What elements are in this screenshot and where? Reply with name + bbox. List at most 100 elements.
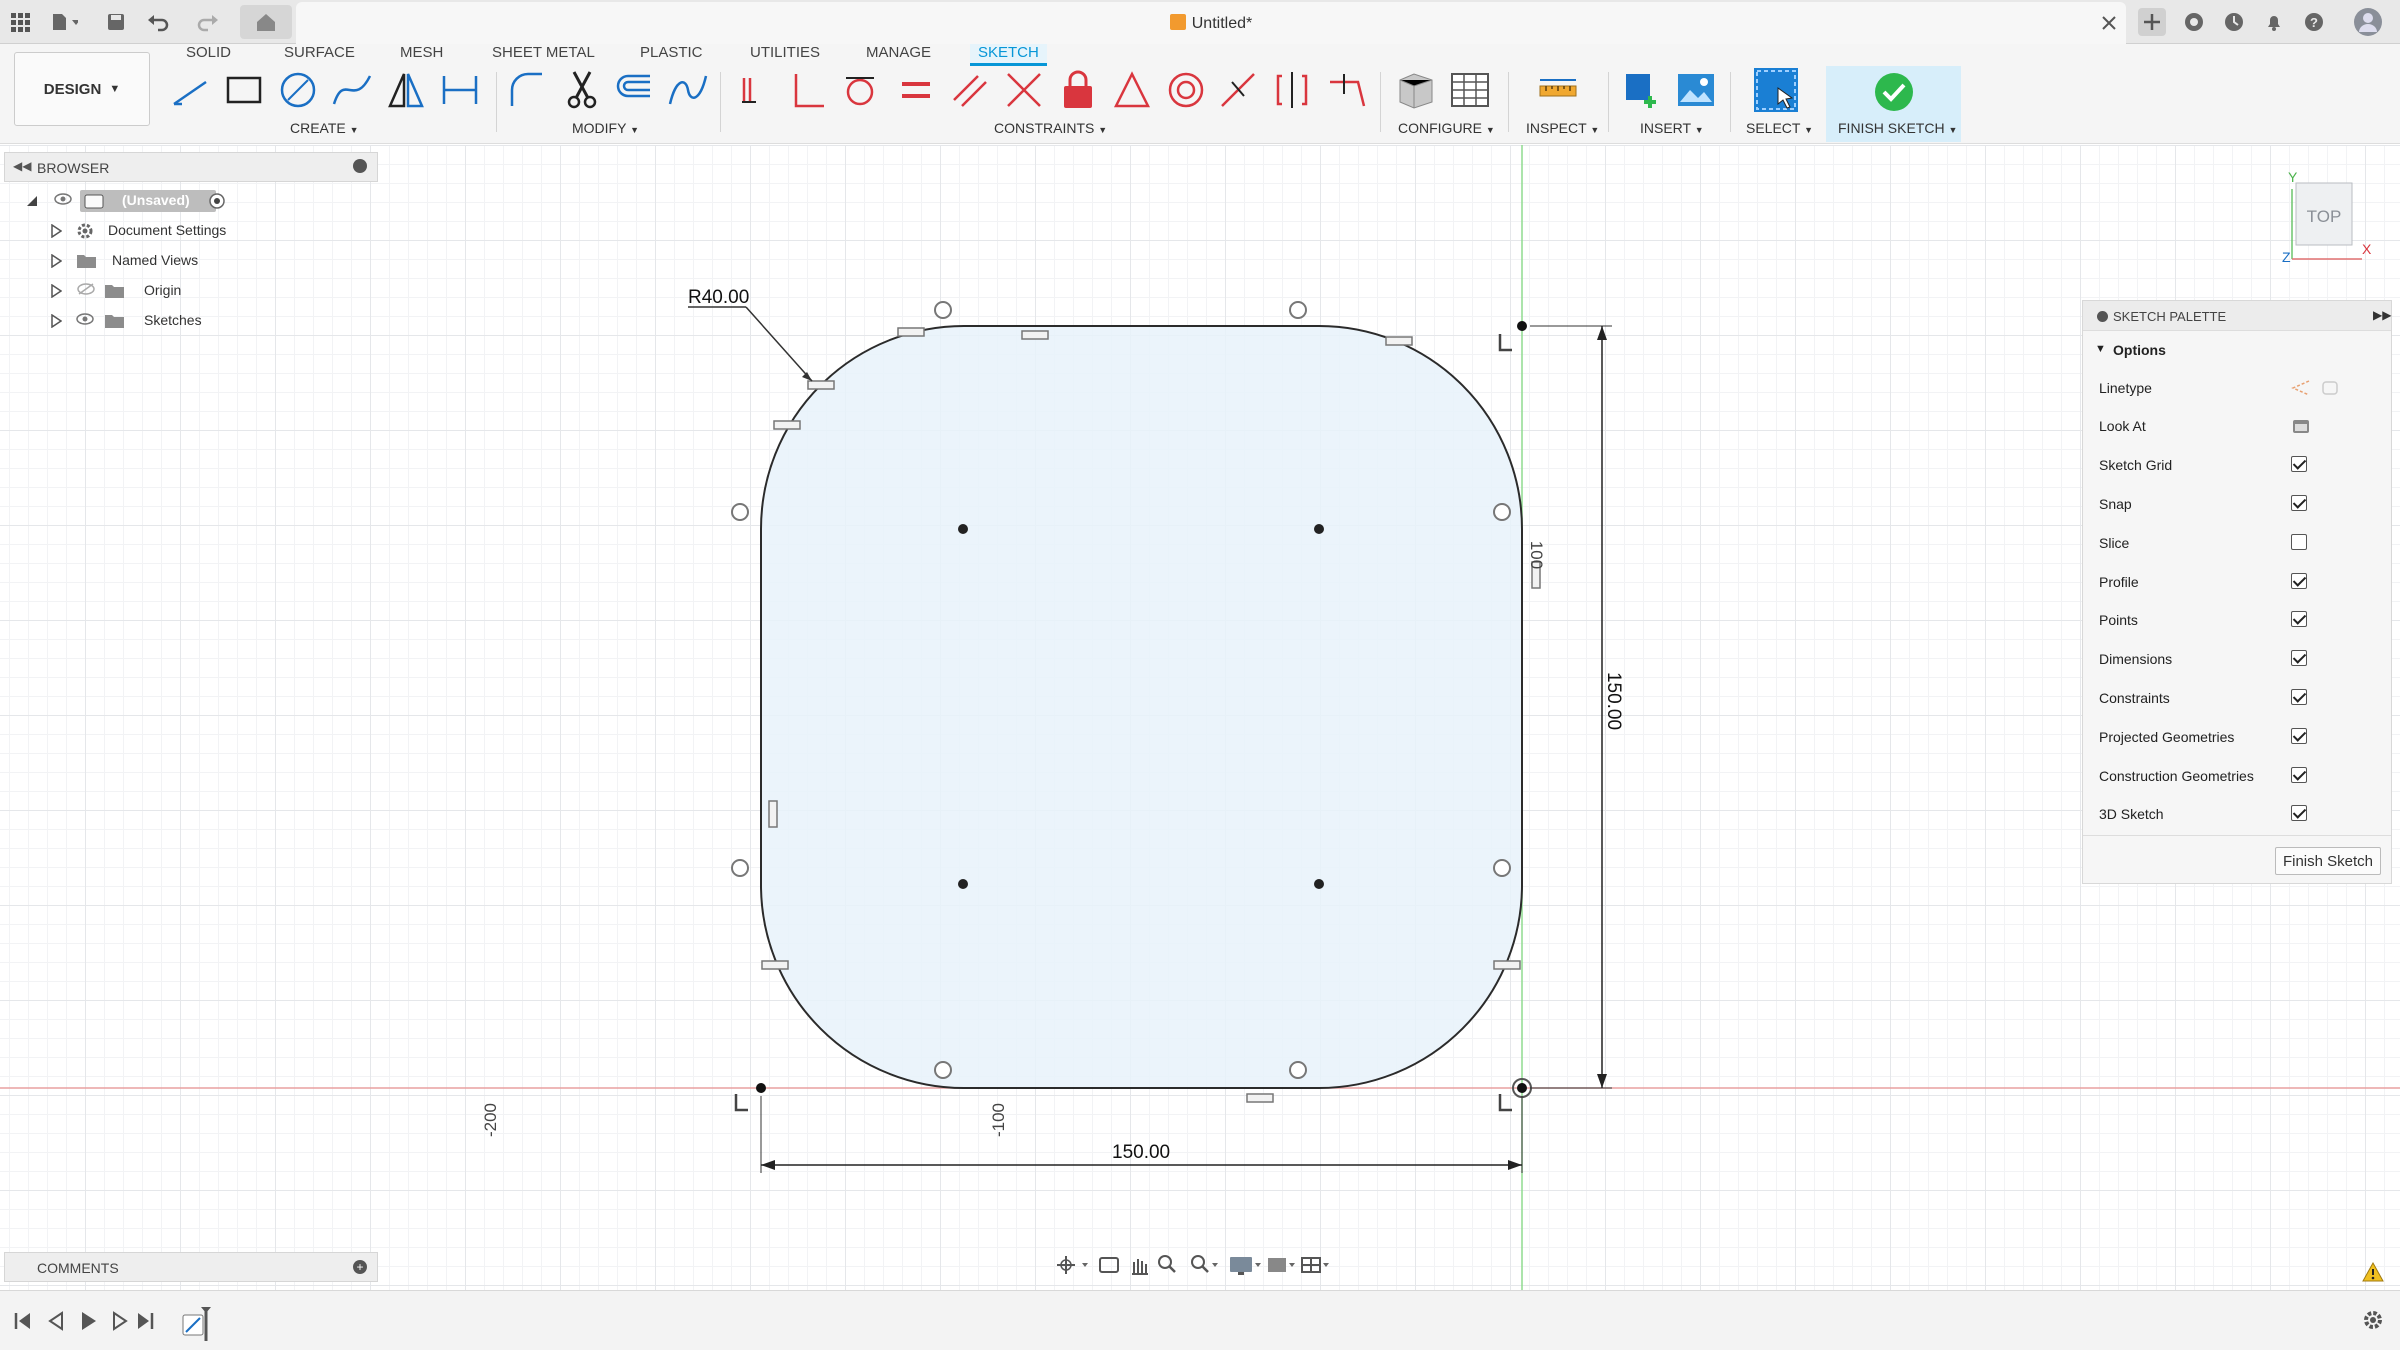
smooth-constraint-icon[interactable] [1324,68,1368,112]
browser-options-icon[interactable] [353,159,367,173]
arc-center-point[interactable] [958,524,968,534]
workspace-switcher-button[interactable]: DESIGN ▼ [14,52,150,126]
timeline-settings-gear-icon[interactable] [2362,1309,2384,1331]
pan-icon[interactable] [1132,1259,1148,1275]
points-checkbox[interactable] [2291,611,2307,627]
arc-center-point[interactable] [1314,524,1324,534]
centerline-linetype-icon[interactable] [2321,379,2341,400]
offset-tool-icon[interactable] [612,68,656,112]
finish-sketch-check-icon[interactable] [1872,70,1916,114]
rectangle-tool-icon[interactable] [222,68,266,112]
view-cube[interactable]: TOP Y X Z [2272,169,2372,269]
redo-icon[interactable] [194,8,222,36]
tab-sketch[interactable]: SKETCH [970,44,1047,66]
sketch-grid-checkbox[interactable] [2291,456,2307,472]
sketch-point[interactable] [1517,321,1527,331]
sketch-point[interactable] [756,1083,766,1093]
visual-style-icon[interactable] [1268,1258,1295,1272]
browser-item-named-views[interactable]: Named Views [24,248,344,274]
look-at-nav-icon[interactable] [1099,1257,1119,1273]
browser-item-sketches[interactable]: Sketches [24,308,344,334]
fillet-tool-icon[interactable] [504,68,548,112]
document-tab[interactable]: Untitled* [296,2,2126,44]
help-icon[interactable]: ? [2300,8,2328,36]
browser-panel-header[interactable]: ◀◀ BROWSER [4,152,378,182]
height-dimension-label[interactable]: 150.00 [1602,672,1624,730]
line-tool-icon[interactable] [168,68,212,112]
comments-panel-header[interactable]: COMMENTS + [4,1252,378,1282]
browser-item-origin[interactable]: Origin [24,278,344,304]
notifications-icon[interactable] [2260,8,2288,36]
inspect-menu[interactable]: INSPECT [1526,120,1586,136]
caret-right-icon[interactable] [50,313,64,329]
tab-mesh[interactable]: MESH [392,44,451,66]
construction-linetype-icon[interactable] [2291,379,2311,400]
trim-tool-icon[interactable] [560,68,604,112]
extensions-icon[interactable] [2180,8,2208,36]
profile-checkbox[interactable] [2291,573,2307,589]
sketch-profile[interactable] [760,325,1523,1089]
tab-surface[interactable]: SURFACE [276,44,363,66]
arc-center-point[interactable] [1314,879,1324,889]
zoom-icon[interactable] [1158,1255,1176,1273]
orbit-icon[interactable] [1057,1256,1088,1274]
app-grid-icon[interactable] [6,8,34,36]
browser-root-item[interactable]: (Unsaved) [24,188,344,214]
timeline-first-icon[interactable] [14,1313,30,1329]
file-menu-icon[interactable] [50,8,78,36]
midpoint-constraint-icon[interactable] [1216,68,1260,112]
radius-dimension-label[interactable]: R40.00 [688,287,749,309]
finish-sketch-menu[interactable]: FINISH SKETCH [1838,120,1945,136]
sketch-curve-tool-icon[interactable] [666,68,710,112]
view-cube-face-label[interactable]: TOP [2296,207,2352,227]
configuration-table-icon[interactable] [1448,68,1492,112]
insert-menu[interactable]: INSERT [1640,120,1691,136]
eye-hidden-icon[interactable] [76,282,95,296]
tab-sheet-metal[interactable]: SHEET METAL [484,44,603,66]
dimensions-checkbox[interactable] [2291,650,2307,666]
arc-center-point[interactable] [958,879,968,889]
caret-right-icon[interactable] [50,283,64,299]
display-settings-icon[interactable] [1230,1257,1261,1275]
timeline-play-icon[interactable] [82,1312,96,1330]
home-tab-icon[interactable] [240,5,292,39]
options-section-header[interactable]: ▼ Options [2083,331,2391,369]
timeline-sketch-item[interactable] [180,1307,214,1343]
horizontal-vertical-constraint-icon[interactable] [1270,68,1314,112]
configure-model-icon[interactable] [1394,68,1438,112]
insert-canvas-image-icon[interactable] [1674,68,1718,112]
tangent-constraint-icon[interactable] [838,68,882,112]
parallel-constraint-icon[interactable] [948,68,992,112]
construction-geometries-checkbox[interactable] [2291,767,2307,783]
collapse-panel-icon[interactable]: ◀◀ [13,159,31,173]
save-icon[interactable] [102,8,130,36]
timeline-previous-icon[interactable] [48,1311,63,1331]
job-status-icon[interactable] [2220,8,2248,36]
select-menu[interactable]: SELECT [1746,120,1800,136]
user-avatar-icon[interactable] [2352,6,2384,38]
width-dimension-label[interactable]: 150.00 [1112,1142,1170,1164]
tab-utilities[interactable]: UTILITIES [742,44,828,66]
eye-icon[interactable] [76,312,94,326]
new-tab-icon[interactable] [2138,8,2166,36]
activate-radio-icon[interactable] [208,192,225,209]
coincident-constraint-icon[interactable] [734,68,778,112]
tab-plastic[interactable]: PLASTIC [632,44,711,66]
configure-menu[interactable]: CONFIGURE [1398,120,1482,136]
create-menu[interactable]: CREATE [290,120,346,136]
symmetry-constraint-icon[interactable] [1110,68,1154,112]
timeline-next-icon[interactable] [113,1311,128,1331]
undo-icon[interactable] [146,8,174,36]
tab-solid[interactable]: SOLID [178,44,239,66]
3d-sketch-checkbox[interactable] [2291,805,2307,821]
caret-right-icon[interactable] [50,223,64,239]
look-at-icon[interactable] [2291,417,2311,438]
tab-manage[interactable]: MANAGE [858,44,939,66]
insert-derive-icon[interactable] [1620,68,1664,112]
caret-down-icon[interactable] [26,194,40,208]
modify-menu[interactable]: MODIFY [572,120,626,136]
circle-tool-icon[interactable] [276,68,320,112]
warning-icon[interactable] [2362,1261,2384,1282]
viewports-icon[interactable] [1301,1257,1329,1273]
constraints-menu[interactable]: CONSTRAINTS [994,120,1094,136]
